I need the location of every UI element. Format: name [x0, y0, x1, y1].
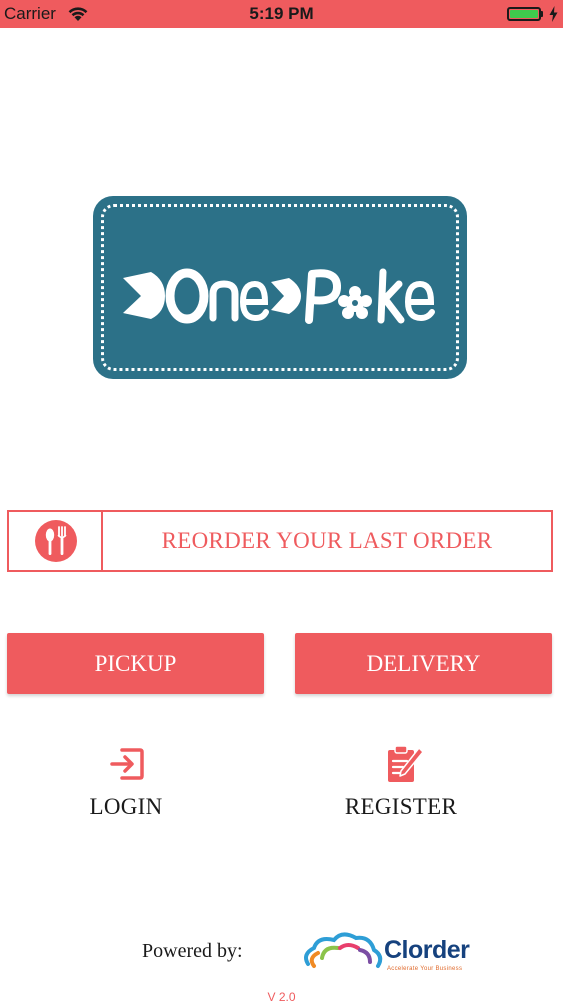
login-button[interactable]: LOGIN	[36, 742, 216, 832]
register-label: REGISTER	[344, 794, 458, 819]
onepoke-logo-art	[123, 268, 435, 324]
app-version: V 2.0	[267, 990, 296, 1004]
pickup-button[interactable]: PICKUP	[7, 633, 264, 694]
delivery-button[interactable]: DELIVERY	[295, 633, 552, 694]
status-time: 5:19 PM	[249, 4, 314, 23]
login-icon	[110, 748, 144, 780]
status-bar: Carrier 5:19 PM	[0, 0, 563, 28]
login-label: LOGIN	[89, 794, 163, 819]
clorder-tagline: Accelerate Your Business	[387, 966, 463, 972]
onepoke-logo	[93, 196, 467, 379]
battery-icon	[507, 7, 541, 21]
clipboard-icon	[388, 745, 423, 782]
reorder-last-order-button[interactable]: REORDER YOUR LAST ORDER	[7, 510, 553, 572]
reorder-label: REORDER YOUR LAST ORDER	[161, 528, 493, 553]
battery-tip	[541, 11, 543, 17]
register-button[interactable]: REGISTER	[311, 742, 491, 832]
clorder-brand-name: Clorder	[384, 936, 470, 964]
battery-level	[510, 10, 538, 18]
reorder-icon-box	[9, 512, 103, 570]
powered-by-label: Powered by:	[142, 940, 243, 962]
utensils-icon	[35, 520, 77, 562]
charging-icon	[549, 6, 558, 22]
